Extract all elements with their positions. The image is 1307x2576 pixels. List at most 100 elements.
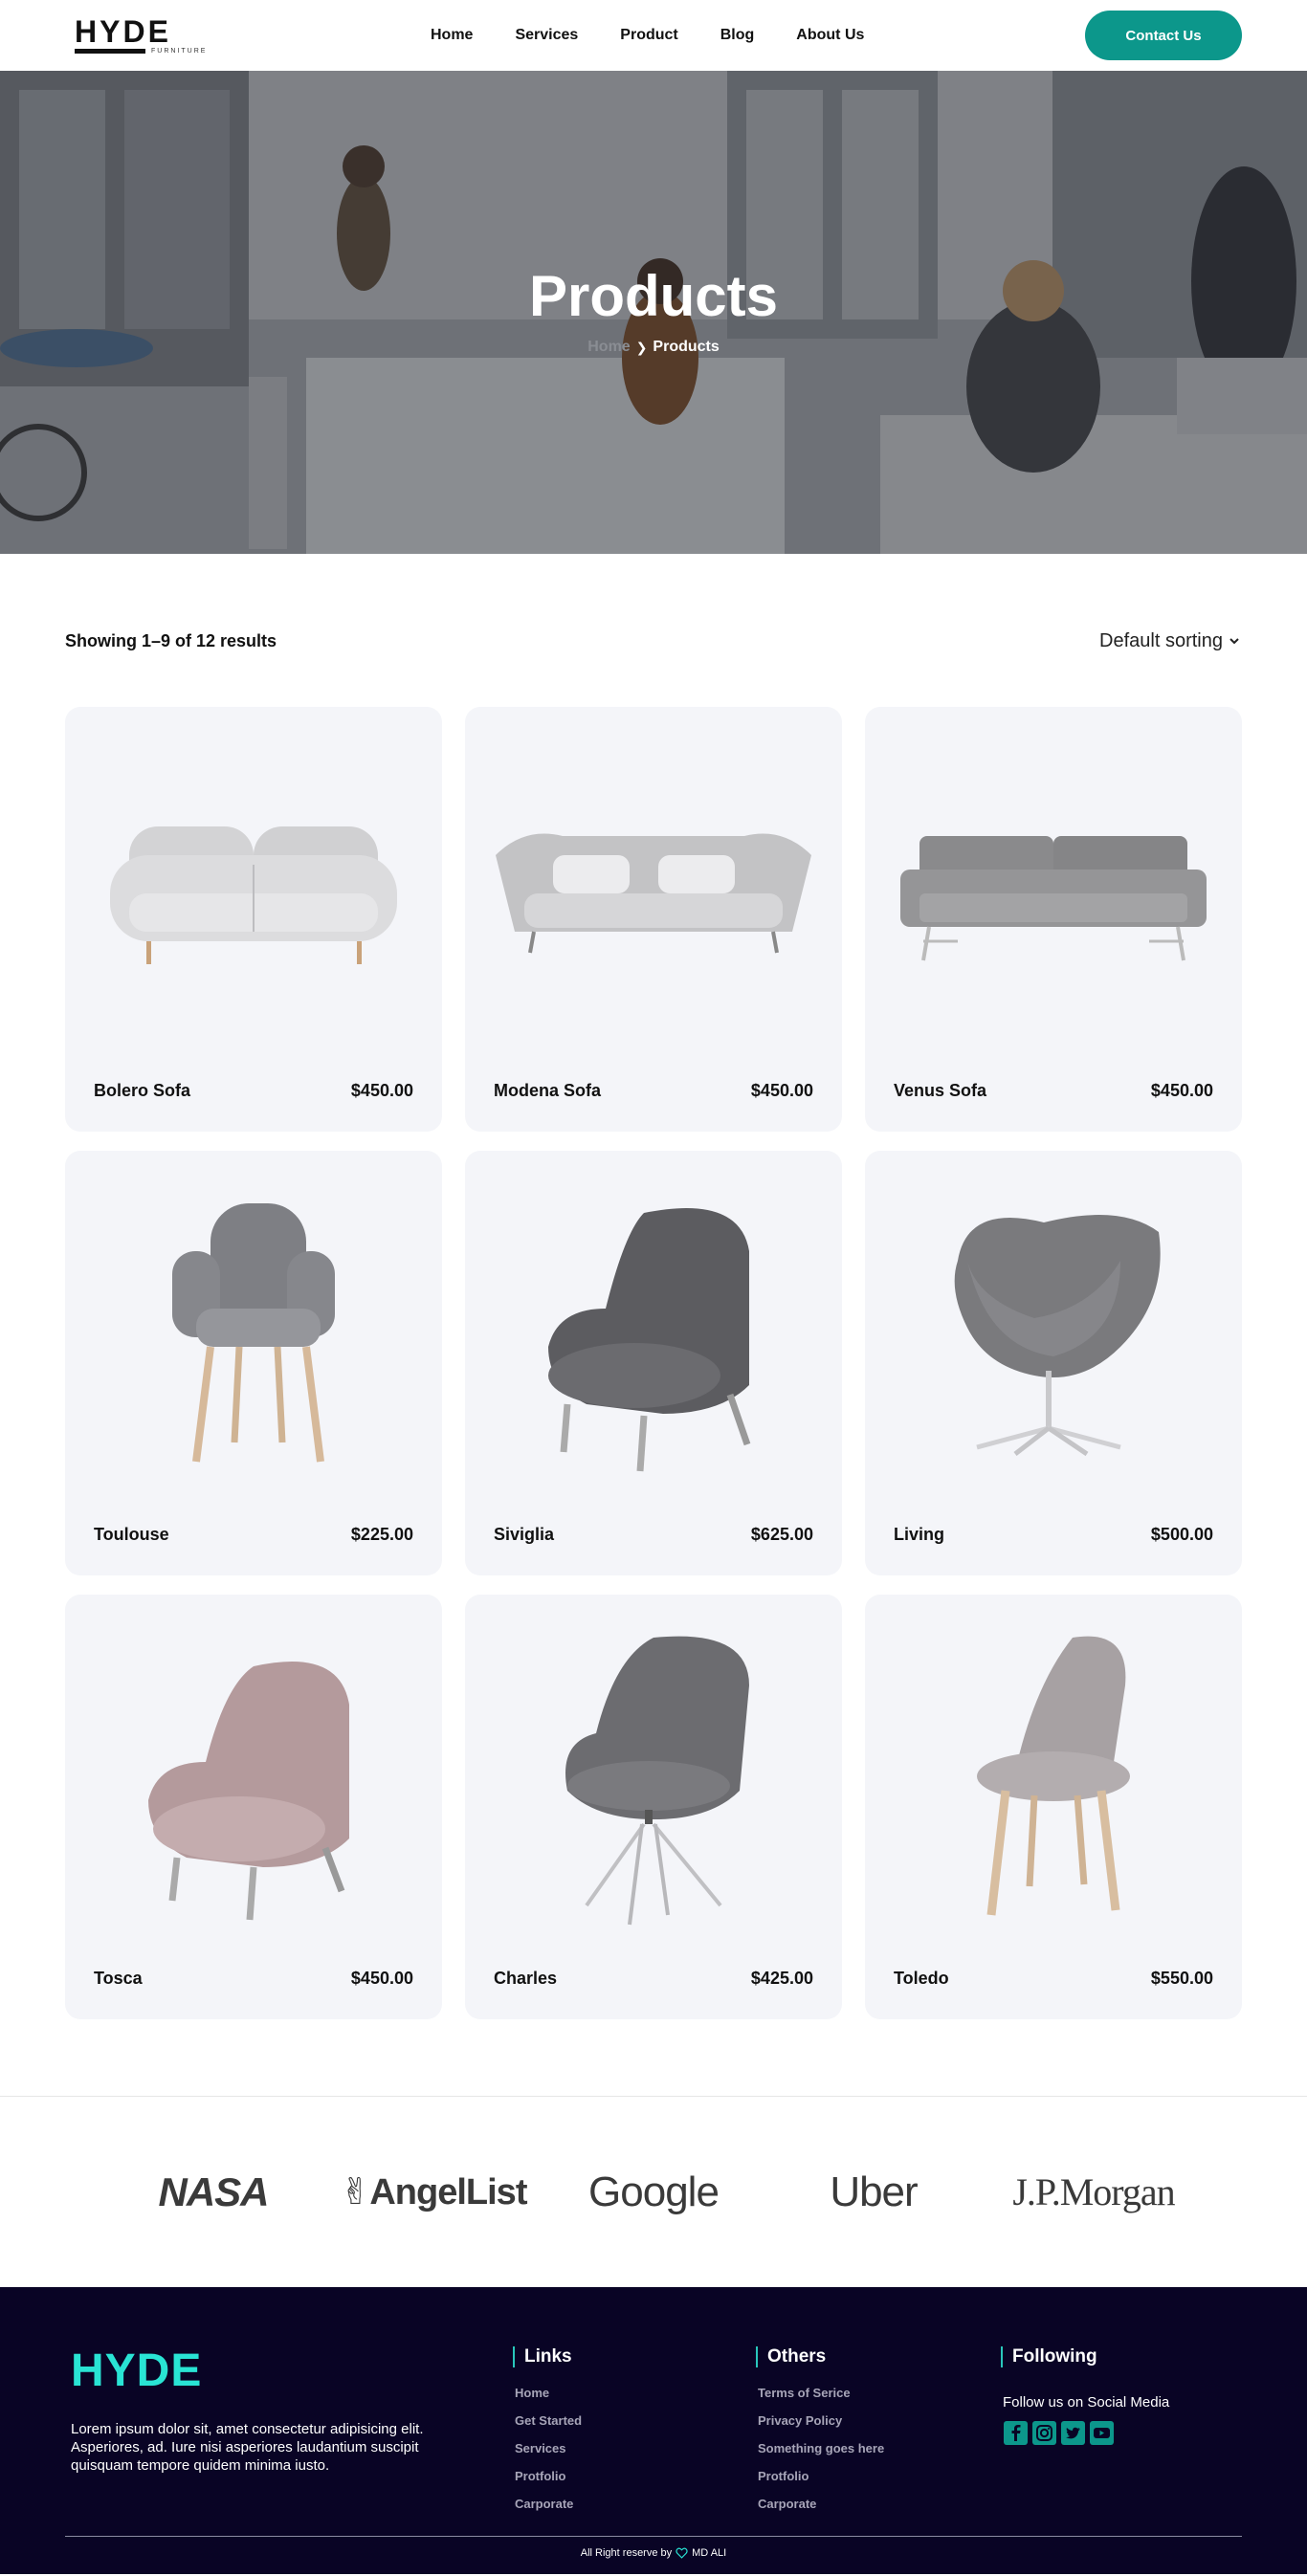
partner-logo-angellist-text: AngelList [369, 2172, 527, 2213]
nav-about-us[interactable]: About Us [796, 27, 864, 44]
product-image [465, 1595, 842, 1968]
page-title: Products [528, 264, 779, 328]
sorting-dropdown[interactable]: Default sorting [1099, 630, 1240, 652]
footer-following-title: Following [1001, 2346, 1169, 2367]
product-info: Modena Sofa $450.00 [494, 1081, 813, 1101]
footer-link-carporate[interactable]: Carporate [758, 2490, 884, 2518]
chair-image [548, 1208, 751, 1472]
product-price: $225.00 [350, 1525, 413, 1544]
footer-link-protfolio[interactable]: Protfolio [515, 2462, 582, 2490]
contact-us-button[interactable]: Contact Us [1085, 11, 1242, 60]
product-card[interactable]: Toulouse $225.00 [65, 1151, 442, 1575]
product-card[interactable]: Siviglia $625.00 [465, 1151, 842, 1575]
result-count: Showing 1–9 of 12 results [65, 630, 277, 650]
product-image [465, 707, 842, 1080]
product-price: $500.00 [1150, 1525, 1213, 1544]
sofa-image [900, 836, 1207, 961]
product-image [465, 1151, 842, 1524]
main-nav: Home Services Product Blog About Us [431, 0, 906, 71]
footer-brand: HYDE Lorem ipsum dolor sit, amet consect… [71, 2345, 473, 2475]
partner-logo-jpmorgan: J.P.Morgan [1012, 2170, 1175, 2213]
footer-link-something[interactable]: Something goes here [758, 2434, 884, 2462]
chevron-down-icon [1229, 638, 1239, 645]
chair-image [148, 1662, 349, 1921]
footer-link-services[interactable]: Services [515, 2434, 582, 2462]
product-name[interactable]: Bolero Sofa [94, 1081, 190, 1101]
footer-link-carporate[interactable]: Carporate [515, 2490, 582, 2518]
author-name[interactable]: MD ALI [692, 2547, 726, 2559]
product-info: Bolero Sofa $450.00 [94, 1081, 413, 1101]
product-name[interactable]: Living [894, 1525, 944, 1545]
breadcrumb-home[interactable]: Home [587, 339, 630, 356]
product-info: Charles $425.00 [494, 1969, 813, 1989]
site-header: HYDE FURNITURE Home Services Product Blo… [0, 0, 1307, 71]
facebook-icon[interactable] [1003, 2420, 1029, 2446]
chair-image [954, 1215, 1161, 1457]
partner-logo-nasa: NASA [158, 2169, 269, 2214]
product-name[interactable]: Siviglia [494, 1525, 554, 1545]
product-price: $450.00 [750, 1081, 813, 1100]
footer-follow-text: Follow us on Social Media [1003, 2394, 1170, 2411]
product-info: Tosca $450.00 [94, 1969, 413, 1989]
footer-following-column: Following Follow us on Social Media [1001, 2346, 1170, 2446]
footer-link-home[interactable]: Home [515, 2379, 582, 2407]
footer-copyright: All Right reserve by MD ALI [0, 2547, 1307, 2559]
partner-logo-uber: Uber [830, 2168, 918, 2215]
nav-home[interactable]: Home [431, 27, 473, 44]
nav-blog[interactable]: Blog [720, 27, 755, 44]
product-info: Toulouse $225.00 [94, 1525, 413, 1545]
product-name[interactable]: Venus Sofa [894, 1081, 986, 1101]
product-card[interactable]: Bolero Sofa $450.00 [65, 707, 442, 1132]
nav-services[interactable]: Services [515, 27, 578, 44]
logo-subtitle: FURNITURE [151, 47, 208, 55]
product-card[interactable]: Venus Sofa $450.00 [865, 707, 1242, 1132]
product-info: Venus Sofa $450.00 [894, 1081, 1213, 1101]
product-price: $425.00 [750, 1969, 813, 1988]
chair-image [565, 1636, 749, 1926]
product-grid: Bolero Sofa $450.00 Modena Sofa $450.00 [0, 707, 1307, 2019]
chair-image [977, 1636, 1130, 1916]
site-footer: HYDE Lorem ipsum dolor sit, amet consect… [0, 2287, 1307, 2574]
footer-link-privacy[interactable]: Privacy Policy [758, 2407, 884, 2434]
partner-logo-angellist: ✌AngelList [323, 2170, 543, 2213]
copyright-text: All Right reserve by [580, 2547, 673, 2559]
shop-toolbar: Showing 1–9 of 12 results Default sortin… [0, 628, 1307, 653]
product-name[interactable]: Modena Sofa [494, 1081, 601, 1101]
footer-others-list: Terms of Serice Privacy Policy Something… [758, 2379, 884, 2518]
product-info: Toledo $550.00 [894, 1969, 1213, 1989]
sorting-label: Default sorting [1099, 629, 1223, 651]
product-card[interactable]: Toledo $550.00 [865, 1595, 1242, 2019]
product-name[interactable]: Toulouse [94, 1525, 169, 1545]
footer-links-list: Home Get Started Services Protfolio Carp… [515, 2379, 582, 2518]
footer-divider [65, 2536, 1242, 2537]
footer-link-protfolio[interactable]: Protfolio [758, 2462, 884, 2490]
chair-image [172, 1203, 335, 1463]
product-card[interactable]: Modena Sofa $450.00 [465, 707, 842, 1132]
product-card[interactable]: Charles $425.00 [465, 1595, 842, 2019]
product-price: $550.00 [1150, 1969, 1213, 1988]
nav-product[interactable]: Product [620, 27, 677, 44]
social-icons [1003, 2420, 1169, 2446]
logo[interactable]: HYDE FURNITURE [75, 13, 209, 55]
footer-link-terms[interactable]: Terms of Serice [758, 2379, 884, 2407]
product-name[interactable]: Charles [494, 1969, 557, 1989]
footer-link-get-started[interactable]: Get Started [515, 2407, 582, 2434]
product-info: Siviglia $625.00 [494, 1525, 813, 1545]
heart-icon [676, 2547, 688, 2559]
product-price: $625.00 [750, 1525, 813, 1544]
sofa-image [496, 833, 811, 954]
product-card[interactable]: Tosca $450.00 [65, 1595, 442, 2019]
product-image [65, 1151, 442, 1524]
logo-text: HYDE [75, 13, 171, 49]
footer-logo[interactable]: HYDE [71, 2345, 473, 2397]
product-name[interactable]: Tosca [94, 1969, 143, 1989]
footer-others-column: Others Terms of Serice Privacy Policy So… [756, 2346, 884, 2518]
instagram-icon[interactable] [1031, 2420, 1057, 2446]
hero-banner: Products Home ❯ Products [0, 71, 1307, 554]
twitter-icon[interactable] [1060, 2420, 1086, 2446]
youtube-icon[interactable] [1089, 2420, 1115, 2446]
product-card[interactable]: Living $500.00 [865, 1151, 1242, 1575]
hero-content: Products Home ❯ Products [0, 268, 1307, 356]
partner-logos: NASA ✌AngelList Google Uber J.P.Morgan [0, 2096, 1307, 2287]
product-name[interactable]: Toledo [894, 1969, 949, 1989]
